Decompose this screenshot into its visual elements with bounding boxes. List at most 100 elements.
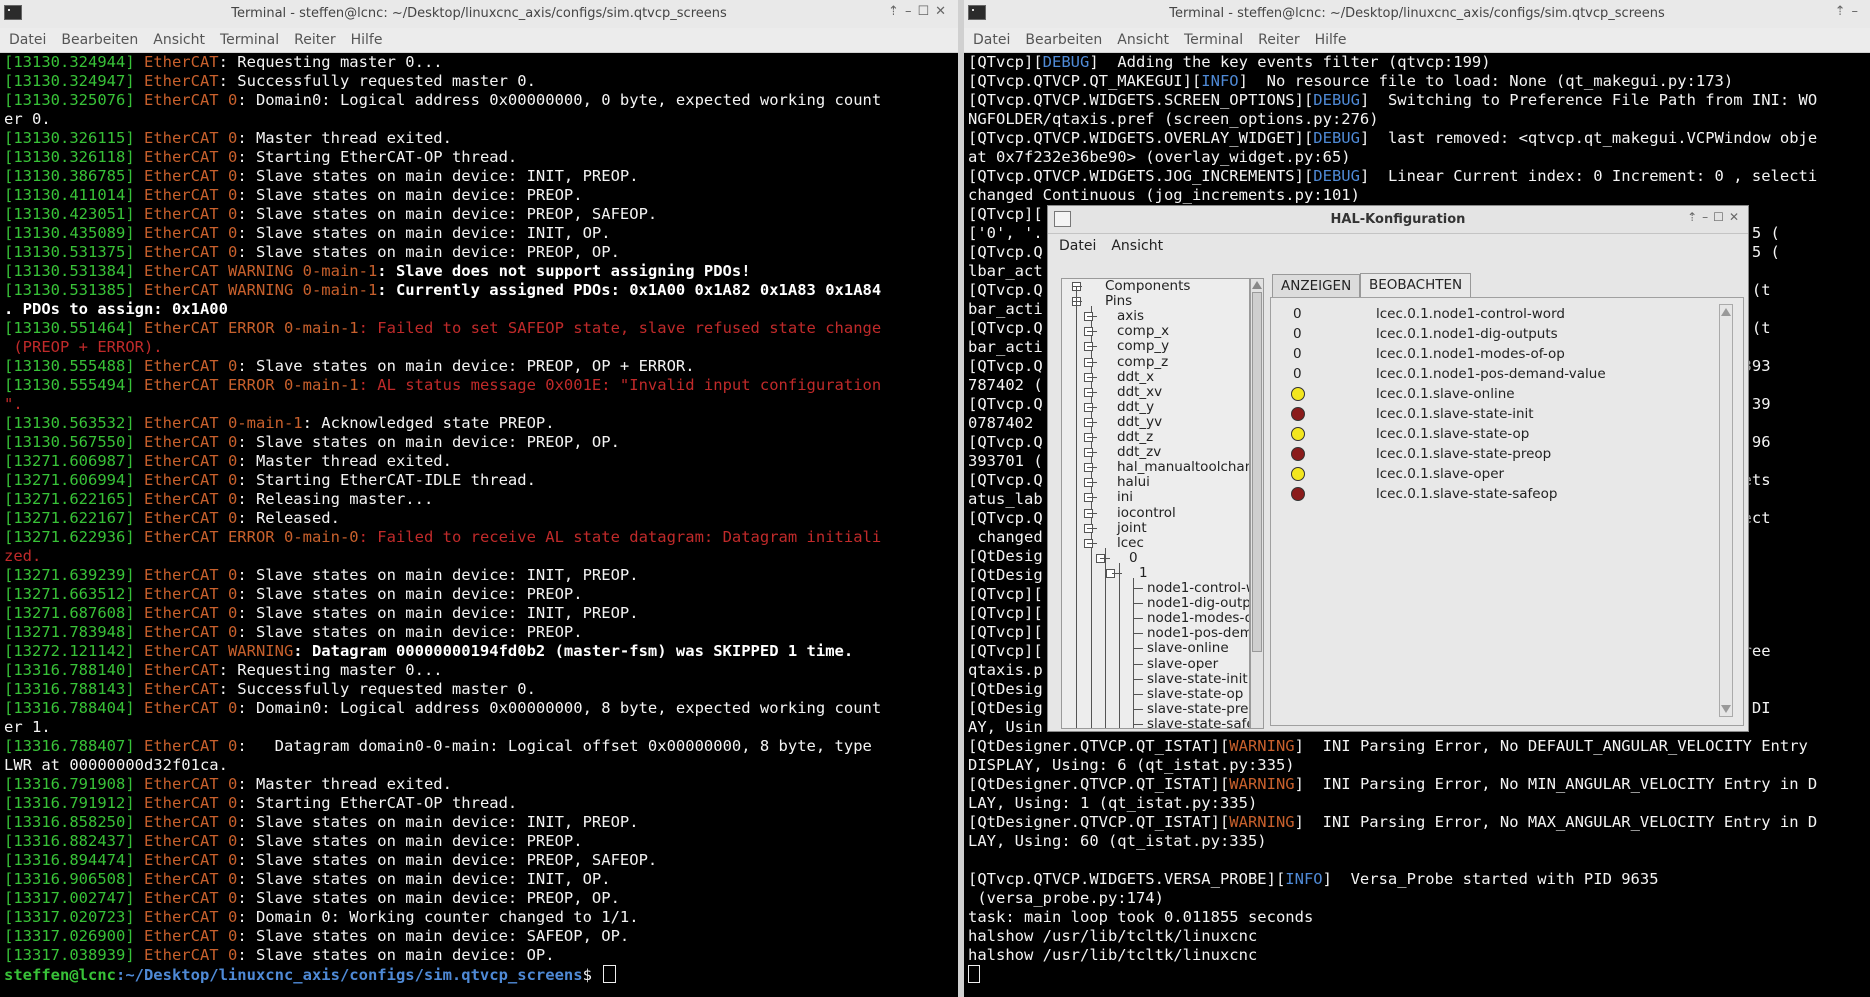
tree-item-ddt_xv[interactable]: ddt_xv <box>1117 384 1162 400</box>
left-terminal-output[interactable]: [13130.324944] EtherCAT: Requesting mast… <box>0 53 958 997</box>
tree-item-iocontrol[interactable]: iocontrol <box>1117 505 1176 521</box>
tree-item-comp_y[interactable]: comp_y <box>1117 339 1169 354</box>
tree-item-components[interactable]: Components <box>1105 279 1190 294</box>
tree-item-pin-leaf[interactable]: node1-dig-outp <box>1147 596 1249 611</box>
tree-connector <box>1087 316 1097 318</box>
menu-datei[interactable]: Datei <box>0 28 52 48</box>
tree-item-comp_z[interactable]: comp_z <box>1117 354 1168 370</box>
menu-reiter[interactable]: Reiter <box>1249 28 1305 48</box>
terminal-line: [13130.531385] EtherCAT WARNING 0-main-1… <box>4 281 958 300</box>
menu-ansicht[interactable]: Ansicht <box>144 28 211 48</box>
terminal-text: EtherCAT 0 <box>143 851 238 869</box>
tree-scrollbar[interactable] <box>1250 278 1264 729</box>
terminal-line: [13316.858250] EtherCAT 0: Slave states … <box>4 813 958 832</box>
hal-window-controls[interactable]: ⇡–☐✕ <box>1687 210 1744 224</box>
shell-cursor-line[interactable] <box>968 965 1870 984</box>
terminal-line: [13316.791912] EtherCAT 0: Starting Ethe… <box>4 794 958 813</box>
tree-item-pin-leaf[interactable]: slave-state-init <box>1147 671 1248 687</box>
terminal-text: [13316.894474] <box>4 851 144 869</box>
hal-menu-datei[interactable]: Datei <box>1048 234 1100 254</box>
menu-hilfe[interactable]: Hilfe <box>342 28 389 48</box>
window-controls[interactable]: ⇡– <box>1835 4 1864 19</box>
terminal-text: ] INI Parsing Error, No MIN_ANGULAR_VELO… <box>1294 775 1818 793</box>
terminal-text: NGFOLDER/qtaxis.pref (screen_options.py:… <box>968 110 1379 128</box>
up-arrow-icon[interactable]: ⇡ <box>888 4 905 19</box>
tree-item-ini[interactable]: ini <box>1117 490 1133 505</box>
terminal-text: : Slave states on main device: OP. <box>237 946 555 964</box>
tree-item-pin-leaf[interactable]: node1-control-w <box>1147 581 1249 596</box>
tree-item-pin-leaf[interactable]: slave-online <box>1147 641 1229 656</box>
minimize-icon[interactable]: – <box>905 4 918 19</box>
minimize-icon[interactable]: – <box>1702 210 1713 224</box>
terminal-text: : Master thread exited. <box>237 129 452 147</box>
tree-item-pin-leaf[interactable]: slave-oper <box>1147 656 1218 672</box>
terminal-text: [13316.788407] <box>4 737 144 755</box>
terminal-text: EtherCAT 0 <box>143 832 238 850</box>
tree-item-pin-leaf[interactable]: slave-state-op <box>1147 686 1243 702</box>
tree-item-ddt_x[interactable]: ddt_x <box>1117 369 1154 385</box>
scroll-up-icon[interactable] <box>1252 281 1262 289</box>
watch-scrollbar[interactable] <box>1719 304 1733 717</box>
terminal-line: [QTvcp.QTVCP.QT_MAKEGUI][INFO] No resour… <box>968 72 1870 91</box>
tree-item-pin-leaf[interactable]: node1-modes-o <box>1147 611 1249 626</box>
terminal-text: : Master thread exited. <box>237 775 452 793</box>
menu-terminal[interactable]: Terminal <box>1175 28 1249 48</box>
terminal-text: : Releasing master... <box>237 490 434 508</box>
left-terminal-title: Terminal - steffen@lcnc: ~/Desktop/linux… <box>231 6 727 21</box>
right-terminal-titlebar[interactable]: Terminal - steffen@lcnc: ~/Desktop/linux… <box>964 0 1870 29</box>
hal-tree-view[interactable]: Components Pins axis comp_x comp_y comp_z ddt_… <box>1061 278 1250 729</box>
left-terminal-titlebar[interactable]: Terminal - steffen@lcnc: ~/Desktop/linux… <box>0 0 958 29</box>
menu-hilfe[interactable]: Hilfe <box>1306 28 1353 48</box>
terminal-line: [13316.791908] EtherCAT 0: Master thread… <box>4 775 958 794</box>
scroll-up-icon[interactable] <box>1721 308 1731 316</box>
terminal-text: [13130.386785] <box>4 167 144 185</box>
tree-item-axis[interactable]: axis <box>1117 309 1144 324</box>
maximize-icon[interactable]: ☐ <box>1713 210 1729 224</box>
terminal-text: DISPLAY, Using: 6 (qt_istat.py:335) <box>968 756 1295 774</box>
scroll-thumb[interactable] <box>1252 292 1262 652</box>
tree-item-pins[interactable]: Pins <box>1105 294 1132 309</box>
tree-item-lcec[interactable]: lcec <box>1117 535 1144 551</box>
tree-item-ddt_y[interactable]: ddt_y <box>1117 399 1154 415</box>
terminal-line: LAY, Using: 60 (qt_istat.py:335) <box>968 832 1870 851</box>
tree-item-pin-leaf[interactable]: slave-state-pre <box>1147 701 1248 717</box>
tree-connector <box>1119 562 1120 728</box>
tree-item-halui[interactable]: halui <box>1117 475 1150 490</box>
terminal-line: changed Continuous (jog_increments.py:10… <box>968 186 1870 205</box>
tree-item-hal_manualtoolchan[interactable]: hal_manualtoolchan <box>1117 460 1249 475</box>
tree-item-ddt_yv[interactable]: ddt_yv <box>1117 414 1162 430</box>
menu-ansicht[interactable]: Ansicht <box>1108 28 1175 48</box>
tree-item-joint[interactable]: joint <box>1117 520 1147 536</box>
maximize-icon[interactable]: ☐ <box>917 4 935 19</box>
terminal-text: : Slave states on main device: INIT, PRE… <box>237 813 639 831</box>
terminal-text: LAY, Using: 1 (qt_istat.py:335) <box>968 794 1258 812</box>
tree-item-pin-leaf[interactable]: node1-pos-dem <box>1147 626 1249 641</box>
close-icon[interactable]: ✕ <box>935 4 952 19</box>
terminal-text: : Domain0: Logical address 0x00000000, 8… <box>237 699 882 717</box>
shell-prompt[interactable]: steffen@lcnc:~/Desktop/linuxcnc_axis/con… <box>4 965 958 984</box>
menu-reiter[interactable]: Reiter <box>285 28 341 48</box>
hal-menu-ansicht[interactable]: Ansicht <box>1100 234 1167 254</box>
scroll-down-icon[interactable] <box>1721 705 1731 713</box>
terminal-text: ". <box>4 395 23 413</box>
terminal-line: . PDOs to assign: 0x1A00 <box>4 300 958 319</box>
tab-anzeigen[interactable]: ANZEIGEN <box>1272 274 1361 297</box>
tree-item-lcec-0[interactable]: 0 <box>1129 550 1138 566</box>
close-icon[interactable]: ✕ <box>1729 210 1744 224</box>
window-controls[interactable]: ⇡–☐✕ <box>888 4 952 19</box>
menu-bearbeiten[interactable]: Bearbeiten <box>52 28 144 48</box>
tree-item-lcec-0-1[interactable]: 1 <box>1139 565 1148 581</box>
tab-beobachten[interactable]: BEOBACHTEN <box>1360 273 1472 297</box>
menu-bearbeiten[interactable]: Bearbeiten <box>1016 28 1108 48</box>
tree-item-comp_x[interactable]: comp_x <box>1117 324 1169 339</box>
up-arrow-icon[interactable]: ⇡ <box>1835 4 1852 19</box>
menu-datei[interactable]: Datei <box>964 28 1016 48</box>
hal-titlebar[interactable]: HAL-Konfiguration ⇡–☐✕ <box>1048 206 1748 234</box>
minimize-icon[interactable]: – <box>1852 4 1865 19</box>
tree-item-ddt_zv[interactable]: ddt_zv <box>1117 445 1161 460</box>
terminal-text: DEBUG <box>1313 129 1360 147</box>
tree-item-pin-leaf[interactable]: slave-state-safe <box>1147 716 1249 728</box>
tree-item-ddt_z[interactable]: ddt_z <box>1117 430 1153 445</box>
up-arrow-icon[interactable]: ⇡ <box>1687 210 1702 224</box>
menu-terminal[interactable]: Terminal <box>211 28 285 48</box>
